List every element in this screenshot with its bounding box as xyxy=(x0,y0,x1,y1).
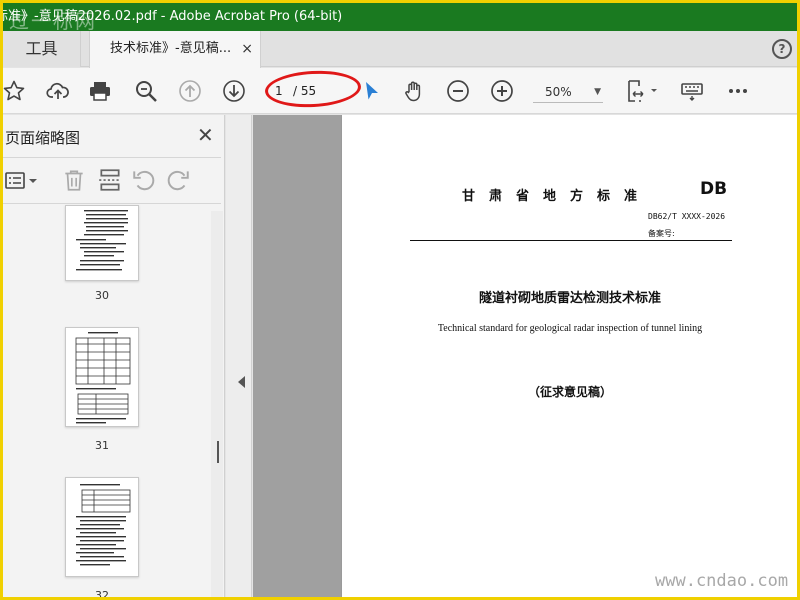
thumbnail-page[interactable] xyxy=(65,477,139,577)
keyboard-icon[interactable] xyxy=(679,78,705,104)
more-icon[interactable] xyxy=(725,78,751,104)
chevron-down-icon: ▼ xyxy=(594,87,601,97)
thumbnail-page[interactable] xyxy=(65,327,139,427)
zoom-value: 50% xyxy=(545,85,572,99)
insert-page-icon[interactable] xyxy=(97,167,125,195)
delete-page-icon[interactable] xyxy=(61,167,89,195)
thumbnail-scrollbar[interactable] xyxy=(211,211,223,597)
document-page[interactable]: 甘肃省地方标准 DB DB62/T XXXX-2026 备案号: 隧道衬砌地质雷… xyxy=(341,115,797,597)
doc-title-en: Technical standard for geological radar … xyxy=(437,323,703,334)
tab-document-label: 技术标准》-意见稿... xyxy=(110,41,232,56)
divider xyxy=(3,157,221,158)
thumbnail-label: 32 xyxy=(95,589,109,597)
doc-db-mark: DB xyxy=(700,179,728,199)
highlight-circle xyxy=(264,68,362,110)
zoom-in-icon[interactable] xyxy=(489,78,515,104)
thumbnail-label: 31 xyxy=(95,439,109,452)
page-down-icon[interactable] xyxy=(221,78,247,104)
scrollbar-thumb[interactable] xyxy=(217,441,219,463)
watermark-top: 过一标网 xyxy=(9,9,97,31)
panel-close-icon[interactable]: ✕ xyxy=(197,123,214,147)
zoom-select[interactable]: 50% ▼ xyxy=(533,81,603,103)
watermark-bottom: www.cndao.com xyxy=(655,571,789,591)
star-icon[interactable] xyxy=(3,78,27,104)
doc-divider-line xyxy=(410,240,732,241)
tab-document[interactable]: 技术标准》-意见稿... × xyxy=(89,31,261,68)
page-thumbnails-panel: 页面缩略图 ✕ 30 31 32 xyxy=(3,115,225,597)
tab-bar: 工具 技术标准》-意见稿... × ? xyxy=(3,31,797,68)
tab-tools[interactable]: 工具 xyxy=(3,31,81,67)
document-background xyxy=(253,115,341,597)
panel-title: 页面缩略图 xyxy=(5,129,81,147)
panel-splitter[interactable] xyxy=(226,115,252,597)
doc-draft-label: （征求意见稿） xyxy=(527,385,612,399)
zoom-search-icon[interactable] xyxy=(133,78,159,104)
thumbnail-toolbar xyxy=(3,165,221,199)
options-menu-icon[interactable] xyxy=(3,168,43,194)
thumbnail-page[interactable] xyxy=(65,205,139,281)
doc-record-label: 备案号: xyxy=(648,229,675,238)
doc-header: 甘肃省地方标准 xyxy=(462,189,652,204)
help-icon[interactable]: ? xyxy=(772,39,792,59)
title-bar: 标准》-意见稿2026.02.pdf - Adobe Acrobat Pro (… xyxy=(3,3,797,31)
print-icon[interactable] xyxy=(87,78,113,104)
select-cursor-icon[interactable] xyxy=(359,78,385,104)
doc-standard-code: DB62/T XXXX-2026 xyxy=(648,212,726,221)
tab-close-icon[interactable]: × xyxy=(241,31,253,67)
page-up-icon[interactable] xyxy=(177,78,203,104)
rotate-ccw-icon[interactable] xyxy=(131,167,159,195)
zoom-out-icon[interactable] xyxy=(445,78,471,104)
rotate-cw-icon[interactable] xyxy=(165,167,193,195)
collapse-arrow-icon[interactable] xyxy=(238,376,245,388)
fit-page-icon[interactable] xyxy=(623,78,663,104)
main-toolbar: 1 / 55 50% ▼ xyxy=(3,68,797,114)
app-window: 标准》-意见稿2026.02.pdf - Adobe Acrobat Pro (… xyxy=(3,3,797,597)
thumbnail-label: 30 xyxy=(95,289,109,302)
cloud-upload-icon[interactable] xyxy=(45,78,71,104)
doc-title-cn: 隧道衬砌地质雷达检测技术标准 xyxy=(478,291,661,306)
hand-tool-icon[interactable] xyxy=(401,78,427,104)
divider xyxy=(3,203,221,204)
